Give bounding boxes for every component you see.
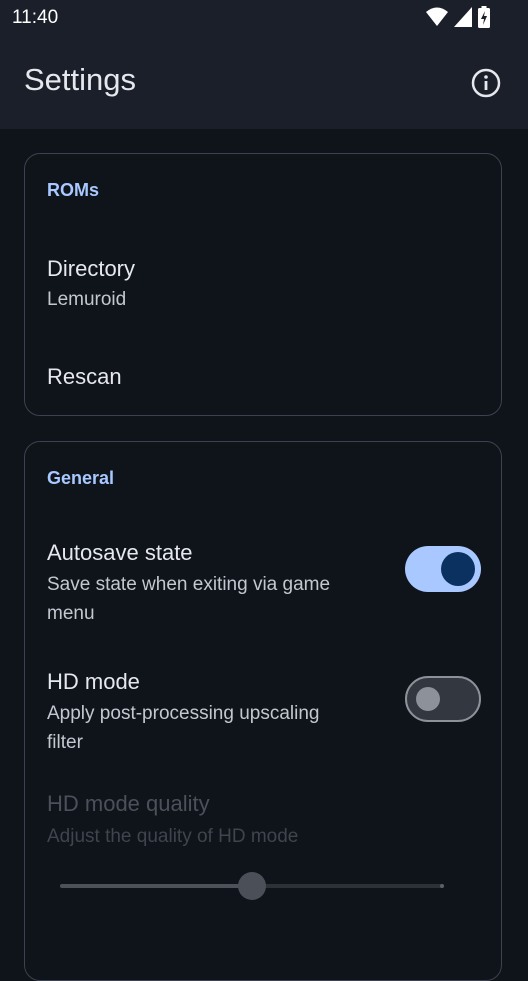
- hd-quality-summary: Adjust the quality of HD mode: [47, 826, 299, 847]
- hd-mode-switch[interactable]: [405, 676, 481, 722]
- directory-summary: Lemuroid: [47, 289, 127, 310]
- hd-mode-preference[interactable]: HD mode Apply post-processing upscaling …: [25, 652, 501, 762]
- autosave-switch[interactable]: [405, 546, 481, 592]
- hd-quality-title: HD mode quality: [47, 791, 210, 816]
- rescan-preference[interactable]: Rescan: [25, 334, 501, 404]
- signal-icon: [454, 7, 472, 27]
- autosave-summary: Save state when exiting via game menu: [47, 574, 331, 624]
- hd-quality-slider-track: [252, 884, 444, 888]
- general-section-header: General: [47, 468, 115, 488]
- autosave-preference[interactable]: Autosave state Save state when exiting v…: [25, 522, 501, 632]
- app-bar: Settings: [0, 36, 528, 129]
- wifi-icon: [426, 7, 448, 26]
- autosave-title: Autosave state: [47, 540, 193, 565]
- status-time: 11:40: [12, 7, 59, 28]
- hd-quality-preference: HD mode quality Adjust the quality of HD…: [25, 777, 501, 887]
- rescan-title: Rescan: [47, 364, 122, 389]
- battery-charging-icon: [478, 6, 490, 28]
- page-title: Settings: [24, 62, 137, 97]
- general-card: General Autosave state Save state when e…: [24, 441, 502, 981]
- directory-preference[interactable]: Directory Lemuroid: [25, 224, 501, 314]
- status-icons: [426, 6, 490, 28]
- hd-quality-slider-track-active: [60, 884, 252, 888]
- roms-card: ROMs Directory Lemuroid Rescan: [24, 153, 502, 416]
- hd-mode-summary: Apply post-processing upscaling filter: [47, 703, 320, 753]
- switch-knob: [441, 552, 475, 586]
- directory-title: Directory: [47, 256, 136, 281]
- info-icon[interactable]: [470, 67, 502, 99]
- status-bar: 11:40: [0, 0, 528, 36]
- hd-quality-slider-end-dot: [440, 884, 444, 888]
- switch-knob: [416, 686, 440, 711]
- hd-mode-title: HD mode: [47, 669, 140, 694]
- roms-section-header: ROMs: [47, 180, 100, 200]
- hd-quality-slider-thumb: [238, 872, 266, 900]
